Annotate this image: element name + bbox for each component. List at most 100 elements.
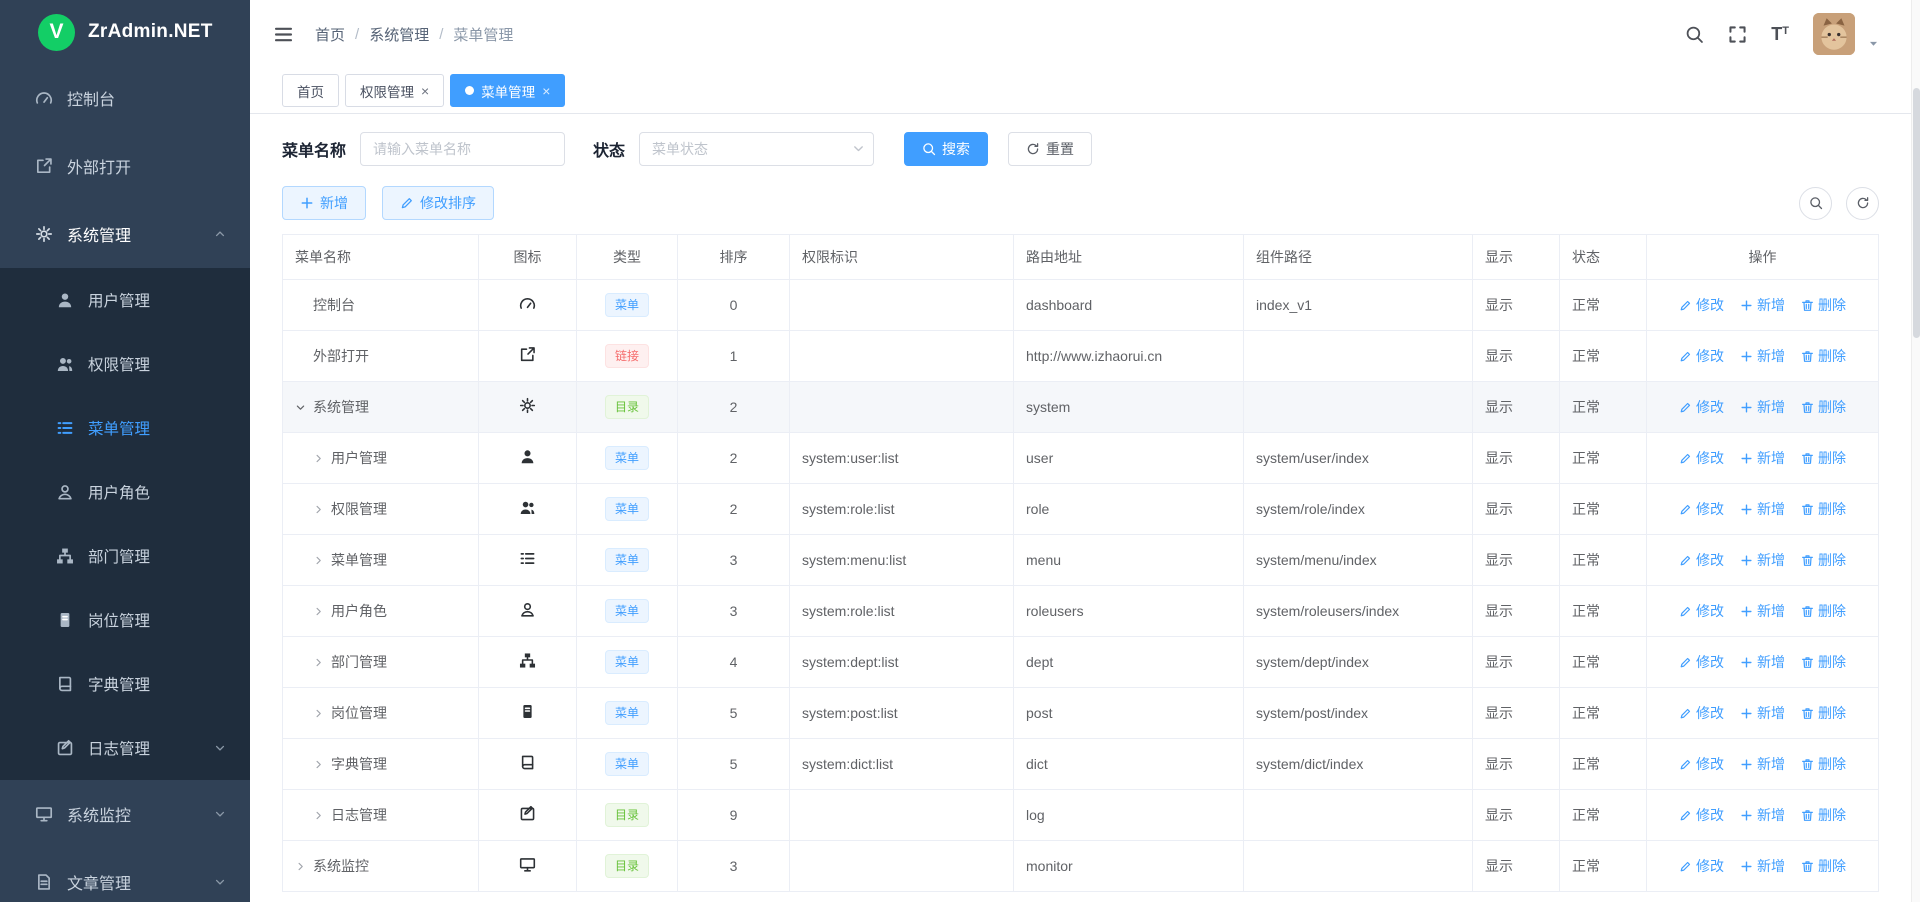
chevron-right-icon[interactable] — [313, 504, 331, 515]
sort-edit-button[interactable]: 修改排序 — [382, 186, 494, 220]
delete-link[interactable]: 删除 — [1801, 754, 1846, 774]
sidebar-item-users[interactable]: 权限管理 — [0, 332, 250, 396]
edit-link[interactable]: 修改 — [1679, 397, 1724, 417]
chevron-right-icon[interactable] — [313, 810, 331, 821]
search-icon[interactable] — [1685, 25, 1704, 44]
status-cell: 正常 — [1560, 586, 1647, 637]
menu-name-cell: 权限管理 — [283, 484, 479, 535]
chevron-right-icon[interactable] — [313, 453, 331, 464]
edit-link[interactable]: 修改 — [1679, 754, 1724, 774]
search-button[interactable]: 搜索 — [904, 132, 988, 166]
status-select[interactable] — [639, 132, 874, 166]
add-link[interactable]: 新增 — [1740, 397, 1785, 417]
sidebar-item-gear[interactable]: 系统管理 — [0, 200, 250, 268]
delete-link[interactable]: 删除 — [1801, 703, 1846, 723]
edit-link[interactable]: 修改 — [1679, 601, 1724, 621]
breadcrumb-item[interactable]: 系统管理 — [369, 24, 429, 45]
sidebar-item-org-tree[interactable]: 部门管理 — [0, 524, 250, 588]
chevron-down-icon[interactable] — [295, 402, 313, 413]
font-size-icon[interactable]: TT — [1771, 25, 1789, 43]
chevron-right-icon[interactable] — [313, 606, 331, 617]
add-link[interactable]: 新增 — [1740, 754, 1785, 774]
chevron-right-icon[interactable] — [313, 555, 331, 566]
delete-link[interactable]: 删除 — [1801, 295, 1846, 315]
reset-button[interactable]: 重置 — [1008, 132, 1092, 166]
delete-link[interactable]: 删除 — [1801, 397, 1846, 417]
component-cell: system/dept/index — [1244, 637, 1473, 688]
edit-link[interactable]: 修改 — [1679, 448, 1724, 468]
menu-fold-icon[interactable] — [274, 25, 293, 44]
delete-link[interactable]: 删除 — [1801, 601, 1846, 621]
tab-0[interactable]: 首页 — [282, 74, 339, 107]
add-link[interactable]: 新增 — [1740, 550, 1785, 570]
delete-link[interactable]: 删除 — [1801, 805, 1846, 825]
delete-link[interactable]: 删除 — [1801, 346, 1846, 366]
table-search-button[interactable] — [1799, 187, 1832, 220]
tab-2[interactable]: 菜单管理× — [450, 74, 565, 107]
add-link[interactable]: 新增 — [1740, 346, 1785, 366]
close-icon[interactable]: × — [421, 84, 429, 98]
edit-link[interactable]: 修改 — [1679, 703, 1724, 723]
add-button[interactable]: 新增 — [282, 186, 366, 220]
close-icon[interactable]: × — [542, 84, 550, 98]
name-cell-content: 字典管理 — [295, 754, 466, 774]
delete-link[interactable]: 删除 — [1801, 499, 1846, 519]
chevron-right-icon[interactable] — [313, 759, 331, 770]
active-tab-dot — [465, 86, 474, 95]
sidebar-item-external-link[interactable]: 外部打开 — [0, 132, 250, 200]
edit-link[interactable]: 修改 — [1679, 295, 1724, 315]
add-link[interactable]: 新增 — [1740, 499, 1785, 519]
edit-link[interactable]: 修改 — [1679, 499, 1724, 519]
sidebar-item-badge[interactable]: 岗位管理 — [0, 588, 250, 652]
sidebar-item-dashboard[interactable]: 控制台 — [0, 64, 250, 132]
breadcrumb-item[interactable]: 首页 — [315, 24, 345, 45]
sidebar-item-monitor[interactable]: 系统监控 — [0, 780, 250, 848]
route-cell: log — [1014, 790, 1244, 841]
caret-down-icon[interactable] — [1867, 37, 1880, 50]
avatar[interactable] — [1813, 13, 1855, 55]
chevron-right-icon[interactable] — [313, 657, 331, 668]
op-label: 新增 — [1757, 397, 1785, 417]
sidebar-item-menu-list[interactable]: 菜单管理 — [0, 396, 250, 460]
delete-link[interactable]: 删除 — [1801, 550, 1846, 570]
op-label: 修改 — [1696, 397, 1724, 417]
add-link[interactable]: 新增 — [1740, 703, 1785, 723]
edit-link[interactable]: 修改 — [1679, 346, 1724, 366]
table-refresh-button[interactable] — [1846, 187, 1879, 220]
edit-link[interactable]: 修改 — [1679, 550, 1724, 570]
sidebar-item-label: 控制台 — [67, 86, 226, 110]
tab-1[interactable]: 权限管理× — [345, 74, 444, 107]
icon-cell — [479, 637, 577, 688]
op-label: 删除 — [1818, 856, 1846, 876]
sidebar-item-article[interactable]: 文章管理 — [0, 848, 250, 902]
edit-link[interactable]: 修改 — [1679, 652, 1724, 672]
add-link[interactable]: 新增 — [1740, 601, 1785, 621]
scrollbar-thumb[interactable] — [1913, 88, 1920, 338]
sidebar-item-user[interactable]: 用户管理 — [0, 268, 250, 332]
add-link[interactable]: 新增 — [1740, 448, 1785, 468]
add-link[interactable]: 新增 — [1740, 856, 1785, 876]
edit-link[interactable]: 修改 — [1679, 805, 1724, 825]
page-scrollbar[interactable] — [1911, 0, 1920, 902]
sidebar-item-dict-book[interactable]: 字典管理 — [0, 652, 250, 716]
op-label: 删除 — [1818, 652, 1846, 672]
add-link[interactable]: 新增 — [1740, 295, 1785, 315]
sidebar-item-log[interactable]: 日志管理 — [0, 716, 250, 780]
delete-link[interactable]: 删除 — [1801, 652, 1846, 672]
route-cell: post — [1014, 688, 1244, 739]
sidebar-item-role-user[interactable]: 用户角色 — [0, 460, 250, 524]
add-link[interactable]: 新增 — [1740, 805, 1785, 825]
delete-link[interactable]: 删除 — [1801, 856, 1846, 876]
delete-link[interactable]: 删除 — [1801, 448, 1846, 468]
chevron-right-icon[interactable] — [295, 861, 313, 872]
status-cell: 正常 — [1560, 535, 1647, 586]
menu-name-input[interactable] — [360, 132, 565, 166]
sidebar: V ZrAdmin.NET 控制台外部打开系统管理用户管理权限管理菜单管理用户角… — [0, 0, 250, 902]
chevron-right-icon[interactable] — [313, 708, 331, 719]
log-icon — [519, 805, 536, 822]
add-link[interactable]: 新增 — [1740, 652, 1785, 672]
fullscreen-icon[interactable] — [1728, 25, 1747, 44]
status-select-input[interactable] — [639, 132, 874, 166]
edit-link[interactable]: 修改 — [1679, 856, 1724, 876]
op-label: 修改 — [1696, 448, 1724, 468]
